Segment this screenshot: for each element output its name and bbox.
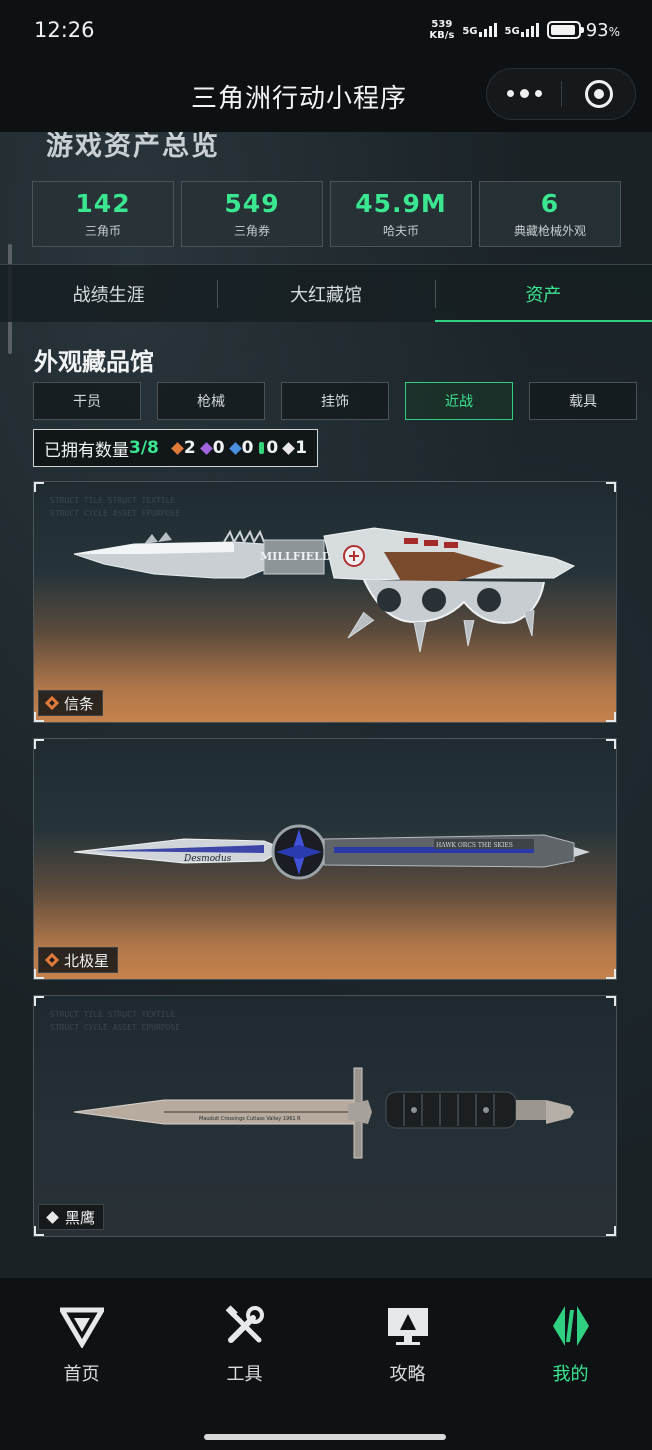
mini-program-title-bar: 三角洲行动小程序 — [0, 60, 652, 132]
nav-label: 我的 — [552, 1364, 589, 1385]
stat-label: 典藏枪械外观 — [513, 224, 586, 238]
owned-count: 3/8 — [129, 438, 159, 458]
stat-value: 142 — [75, 189, 131, 218]
close-mini-program-icon[interactable] — [562, 80, 635, 108]
stat-label: 三角券 — [233, 224, 270, 238]
battery-percent: 93 — [585, 19, 609, 41]
owned-count-bar: 已拥有数量 3/8 2 0 0 0 1 — [33, 429, 319, 467]
nav-guides[interactable]: 攻略 — [326, 1304, 489, 1450]
rarity-purple: 0 — [199, 438, 225, 458]
home-indicator[interactable] — [204, 1434, 446, 1440]
mini-program-capsule — [486, 68, 636, 120]
more-options-icon[interactable] — [487, 89, 561, 98]
collection-title: 外观藏品馆 — [34, 348, 154, 376]
purple-diamond-icon — [199, 441, 213, 455]
stat-label: 三角币 — [84, 224, 121, 238]
item-name-tag: 信条 — [38, 690, 104, 716]
engraving-text: Mauduit Crossings Cutlass Valley 1961 R — [199, 1116, 301, 1122]
white-rarity-icon — [46, 1210, 59, 1224]
nav-profile[interactable]: 我的 — [489, 1304, 652, 1450]
bottom-navigation: 首页 工具 攻略 我的 — [0, 1278, 652, 1450]
engraving-text: Desmodus — [183, 854, 232, 864]
rarity-green: 0 — [259, 438, 278, 458]
stat-value: 6 — [540, 189, 560, 218]
status-time: 12:26 — [34, 18, 95, 42]
nav-label: 攻略 — [389, 1364, 426, 1385]
filter-guns[interactable]: 枪械 — [157, 382, 265, 420]
knuckle-knife-image: MILLFIELD — [73, 527, 576, 653]
stat-collection-skins: 6 典藏枪械外观 — [479, 181, 621, 247]
nav-tools[interactable]: 工具 — [163, 1304, 326, 1450]
battery-icon — [546, 21, 584, 39]
overview-title: 游戏资产总览 — [46, 132, 220, 162]
item-name: 信条 — [64, 694, 95, 713]
bayonet-image: Mauduit Crossings Cutlass Valley 1961 R — [73, 1067, 574, 1159]
orange-diamond-icon — [171, 441, 184, 455]
stat-label: 哈夫币 — [382, 224, 419, 238]
filter-vehicles[interactable]: 载具 — [529, 382, 637, 420]
filter-operators[interactable]: 干员 — [33, 382, 141, 420]
stat-delta-voucher: 549 三角券 — [181, 181, 323, 247]
stat-haf-coin: 45.9M 哈夫币 — [330, 181, 472, 247]
item-name: 黑鹰 — [65, 1208, 96, 1227]
white-diamond-icon — [282, 441, 296, 455]
delta-logo-icon — [59, 1304, 104, 1348]
signal-5g-icon: 5G — [462, 23, 497, 37]
orange-rarity-icon — [45, 953, 59, 967]
asset-stats: 142 三角币 549 三角券 45.9M 哈夫币 6 典藏枪械外观 — [32, 181, 621, 247]
rarity-orange: 2 — [171, 438, 196, 458]
nav-home[interactable]: 首页 — [0, 1304, 163, 1450]
engraving-text-2: HAWK ORCS THE SKIES — [436, 842, 513, 849]
rarity-blue: 0 — [228, 438, 253, 458]
item-name-tag: 黑鹰 — [38, 1204, 105, 1230]
melee-card-xintiao[interactable]: STRUCT TILE STRUCT TEXTILE STRUCT CYCLE … — [33, 481, 617, 723]
battery-indicator: 93% — [546, 19, 620, 41]
guide-monitor-icon — [386, 1304, 430, 1348]
stat-value: 549 — [224, 189, 280, 218]
melee-card-black-hawk[interactable]: STRUCT TILE STRUCT TEXTILE STRUCT CYCLE … — [33, 995, 617, 1237]
app-title: 三角洲行动小程序 — [190, 83, 407, 114]
owned-label: 已拥有数量 — [44, 440, 129, 461]
blue-diamond-icon — [228, 441, 242, 455]
network-speed: 539 KB/s — [429, 19, 455, 41]
tab-red-collection[interactable]: 大红藏馆 — [217, 265, 434, 322]
filter-melee[interactable]: 近战 — [405, 382, 513, 420]
tab-career[interactable]: 战绩生涯 — [0, 265, 217, 322]
stat-delta-coin: 142 三角币 — [32, 181, 174, 247]
tab-assets[interactable]: 资产 — [434, 265, 652, 322]
tools-icon — [223, 1304, 267, 1348]
nav-label: 首页 — [63, 1364, 100, 1385]
status-indicators: 539 KB/s 5G 5G 93% — [429, 19, 620, 41]
profile-tabs: 战绩生涯 大红藏馆 资产 — [0, 264, 652, 322]
category-filters: 干员 枪械 挂饰 近战 载具 — [33, 382, 637, 420]
green-diamond-icon — [259, 442, 265, 454]
item-name: 北极星 — [64, 951, 110, 970]
stat-value: 45.9M — [355, 189, 447, 218]
status-bar: 12:26 539 KB/s 5G 5G 93% — [0, 0, 652, 60]
rarity-white: 1 — [282, 438, 307, 458]
dagger-image: Desmodus HAWK ORCS THE SKIES — [73, 824, 590, 880]
profile-logo-icon — [549, 1304, 593, 1348]
filter-charms[interactable]: 挂饰 — [281, 382, 389, 420]
melee-card-polaris[interactable]: Desmodus HAWK ORCS THE SKIES 北极星 — [33, 738, 617, 980]
engraving-text: MILLFIELD — [260, 550, 332, 563]
nav-label: 工具 — [226, 1364, 263, 1385]
signal-5g-icon-2: 5G — [505, 23, 539, 37]
item-name-tag: 北极星 — [38, 947, 119, 973]
main-content[interactable]: 游戏资产总览 142 三角币 549 三角券 45.9M 哈夫币 6 典藏枪械外… — [0, 132, 652, 1278]
orange-rarity-icon — [45, 696, 59, 710]
